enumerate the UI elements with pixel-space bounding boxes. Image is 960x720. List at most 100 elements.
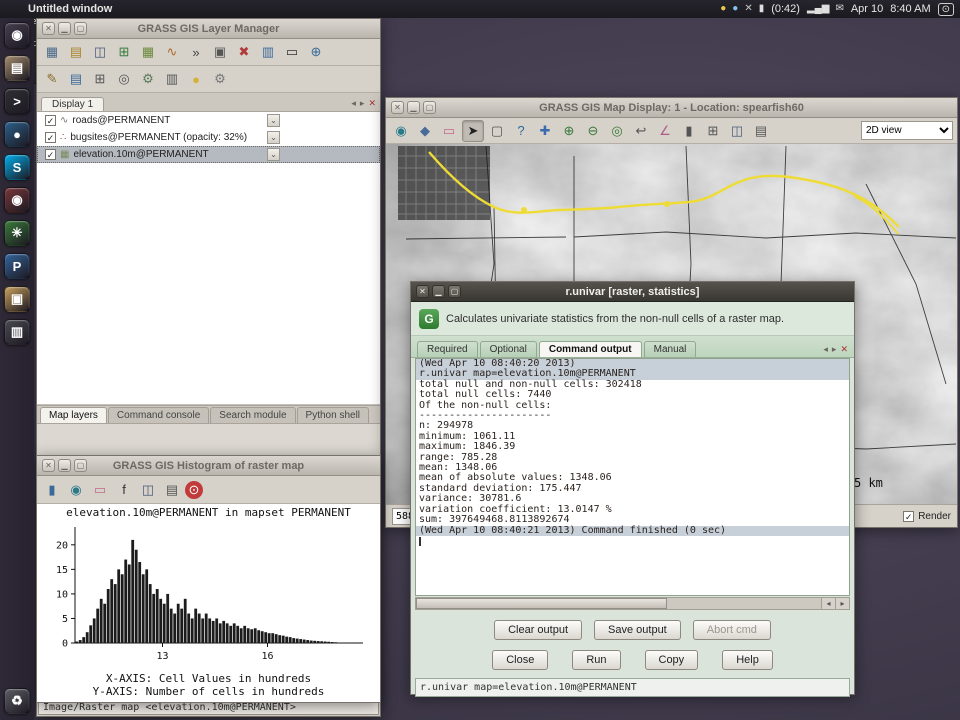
add-raster-layer-icon[interactable]: ▦ [137,41,159,63]
view-mode-select[interactable]: 2D view [861,121,953,140]
layer-row[interactable]: ∿roads@PERMANENT⌄ [37,112,380,129]
tab-prev-icon[interactable]: ◂ [351,98,356,109]
zoom-back-icon[interactable]: ↩ [630,120,652,142]
close-icon[interactable]: ✕ [42,22,55,35]
tab-next-icon[interactable]: ▸ [832,344,837,355]
maximize-icon[interactable]: ▢ [448,285,461,298]
minimize-icon[interactable]: ▁ [407,101,420,114]
tab-manual[interactable]: Manual [644,341,697,357]
graphical-modeler-icon[interactable]: ⚙ [137,68,159,90]
profile-icon[interactable]: ▮ [678,120,700,142]
mail-icon[interactable]: ✉ [835,4,843,14]
battery-icon[interactable]: ▮ [759,4,765,14]
close-icon[interactable]: ✕ [391,101,404,114]
layer-checkbox[interactable] [45,132,56,143]
tab-display-1[interactable]: Display 1 [41,97,104,111]
scroll-right-icon[interactable]: ▸ [835,598,849,609]
close-icon[interactable]: ✕ [416,285,429,298]
import-data-icon[interactable]: ⊕ [305,41,327,63]
files-icon[interactable]: ▤ [4,55,30,81]
zoom-in-icon[interactable]: ⊕ [558,120,580,142]
layer-row[interactable]: ▦elevation.10m@PERMANENT⌄ [37,146,380,163]
indicator-blue-icon[interactable]: ● [732,4,738,14]
python-tools-icon[interactable]: P [4,253,30,279]
copy-button[interactable]: Copy [645,650,699,670]
clear-output-button[interactable]: Clear output [494,620,582,640]
print-display-icon[interactable]: ▤ [750,120,772,142]
open-console-icon[interactable]: ▭ [281,41,303,63]
settings-icon[interactable]: ● [185,68,207,90]
trash-icon[interactable]: ♻ [4,688,30,714]
overlay-icon[interactable]: ⊞ [702,120,724,142]
layer-checkbox[interactable] [45,115,56,126]
layer-options-dropdown-icon[interactable]: ⌄ [267,148,280,161]
open-workspace-icon[interactable]: ▤ [65,41,87,63]
attribute-table-icon[interactable]: ▥ [257,41,279,63]
add-multiple-layers-icon[interactable]: ⊞ [113,41,135,63]
tab-close-icon[interactable]: ✕ [368,98,376,109]
add-vector-layer-icon[interactable]: ∿ [161,41,183,63]
minimize-icon[interactable]: ▁ [58,459,71,472]
scrollbar-thumb[interactable] [416,598,667,609]
session-menu-icon[interactable]: ⊙ [942,4,950,15]
edit-vector-icon[interactable]: ✎ [41,68,63,90]
run-button[interactable]: Run [572,650,620,670]
scroll-left-icon[interactable]: ◂ [821,598,835,609]
print-icon[interactable]: ▤ [161,479,183,501]
tab-close-icon[interactable]: ✕ [840,344,848,355]
tab-next-icon[interactable]: ▸ [360,98,365,109]
panel-date[interactable]: Apr 10 [851,3,883,15]
tab-prev-icon[interactable]: ◂ [823,344,828,355]
render-icon[interactable]: ◉ [65,479,87,501]
save-display-icon[interactable]: ◫ [726,120,748,142]
layer-row[interactable]: ∴bugsites@PERMANENT (opacity: 32%)⌄ [37,129,380,146]
package-manager-icon[interactable]: ▣ [4,286,30,312]
zoom-extent-icon[interactable]: ◎ [606,120,628,142]
browser-icon[interactable]: ● [4,121,30,147]
display-map-icon[interactable]: ◉ [390,120,412,142]
quit-icon[interactable]: ⊙ [185,481,203,499]
panel-clock[interactable]: 8:40 AM [890,3,930,15]
erase-display-icon[interactable]: ▭ [438,120,460,142]
zoom-out-icon[interactable]: ⊖ [582,120,604,142]
abort-cmd-button[interactable]: Abort cmd [693,620,771,640]
render-checkbox[interactable] [903,511,914,522]
map-display-titlebar[interactable]: ✕ ▁ ▢ GRASS GIS Map Display: 1 - Locatio… [386,98,957,118]
text-font-icon[interactable]: f [113,479,135,501]
minimize-icon[interactable]: ▁ [432,285,445,298]
indicator-yellow-icon[interactable]: ● [720,4,726,14]
raster-calculator-icon[interactable]: ⊞ [89,68,111,90]
maximize-icon[interactable]: ▢ [74,22,87,35]
add-group-icon[interactable]: ▣ [209,41,231,63]
measure-icon[interactable]: ∠ [654,120,676,142]
tab-python-shell[interactable]: Python shell [297,407,369,423]
pointer-icon[interactable]: ➤ [462,120,484,142]
skype-icon[interactable]: S [4,154,30,180]
tab-command-output[interactable]: Command output [539,341,642,357]
layer-options-dropdown-icon[interactable]: ⌄ [267,114,280,127]
save-workspace-icon[interactable]: ◫ [89,41,111,63]
histogram-titlebar[interactable]: ✕ ▁ ▢ GRASS GIS Histogram of raster map [37,456,380,476]
render-map-icon[interactable]: ◆ [414,120,436,142]
start-new-display-icon[interactable]: ▦ [41,41,63,63]
tab-required[interactable]: Required [417,341,478,357]
dialog-titlebar[interactable]: ✕ ▁ ▢ r.univar [raster, statistics] [411,282,854,302]
indicator-network-off-icon[interactable]: ✕ [744,4,752,14]
minimize-icon[interactable]: ▁ [58,22,71,35]
maximize-icon[interactable]: ▢ [423,101,436,114]
layer-manager-titlebar[interactable]: ✕ ▁ ▢ GRASS GIS Layer Manager [37,19,380,39]
histogram-icon[interactable]: ▮ [41,479,63,501]
pan-icon[interactable]: ✚ [534,120,556,142]
system-monitor-icon[interactable]: ▥ [4,319,30,345]
preferences-icon[interactable]: ⚙ [209,68,231,90]
tab-map-layers[interactable]: Map layers [40,407,107,423]
grass-gis-icon[interactable]: ✳ [4,220,30,246]
erase-icon[interactable]: ▭ [89,479,111,501]
query-icon[interactable]: ? [510,120,532,142]
close-button[interactable]: Close [492,650,548,670]
help-button[interactable]: Help [722,650,773,670]
select-icon[interactable]: ▢ [486,120,508,142]
save-output-button[interactable]: Save output [594,620,681,640]
maximize-icon[interactable]: ▢ [74,459,87,472]
save-icon[interactable]: ◫ [137,479,159,501]
